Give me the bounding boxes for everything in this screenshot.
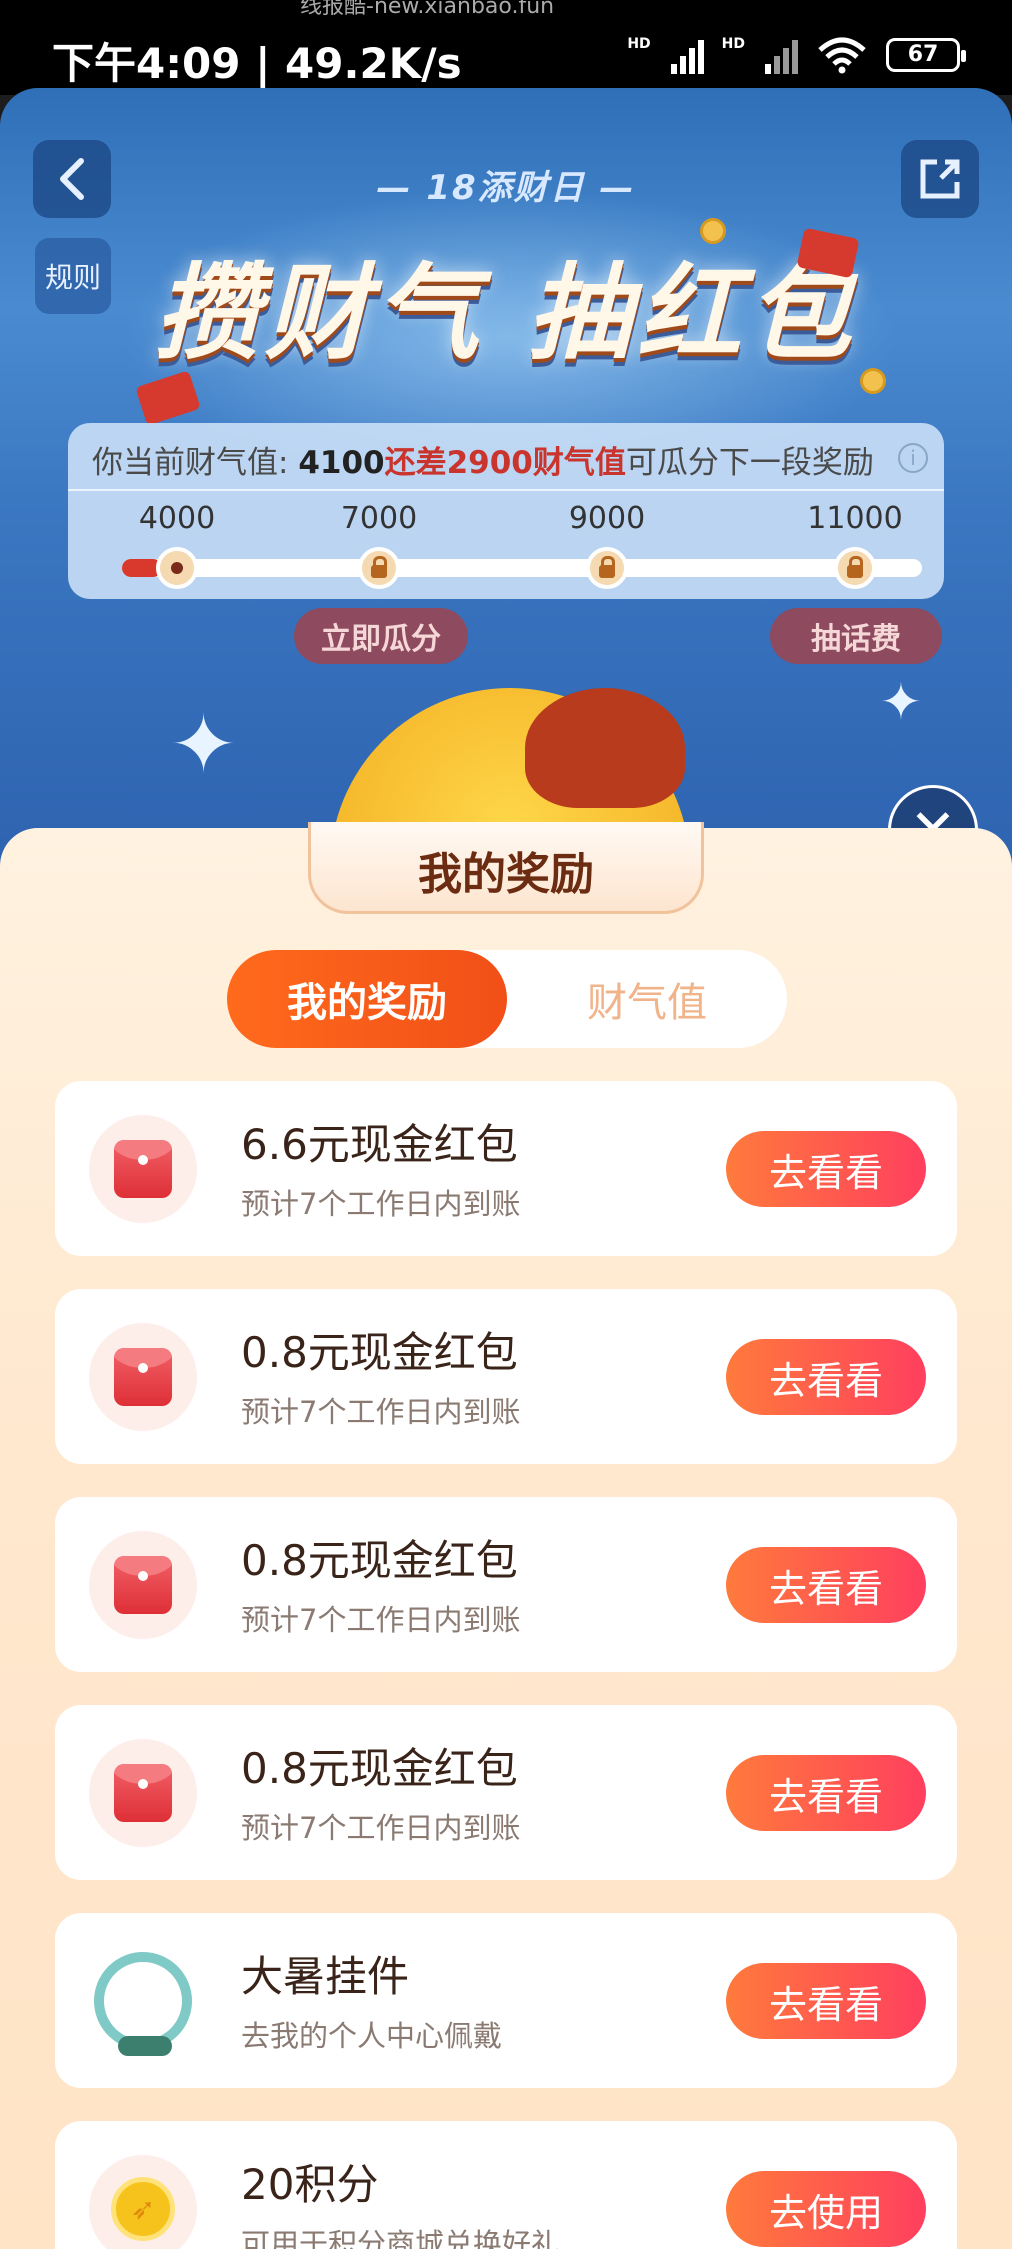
milestone-label: 9000: [568, 501, 646, 536]
tab-wealth-value[interactable]: 财气值: [507, 950, 787, 1048]
sparkle-icon: ✦: [880, 673, 922, 731]
red-envelope-icon: [89, 1739, 197, 1847]
reward-title: 0.8元现金红包: [241, 1536, 518, 1585]
hd-label: HD: [627, 36, 651, 52]
milestone-node-current: [156, 547, 198, 589]
sheet-header-tab: 我的奖励: [308, 822, 704, 914]
progress-track: [122, 559, 922, 577]
wifi-icon: [818, 37, 866, 74]
wealth-progress-panel: 你当前财气值: 4100还差2900财气值可瓜分下一段奖励 i 4000 700…: [68, 423, 944, 599]
phone-credit-button[interactable]: 抽话费: [770, 608, 942, 664]
status-time: 下午4:09 | 49.2K/s: [52, 39, 462, 88]
my-rewards-sheet: 我的奖励 我的奖励 财气值 6.6元现金红包 预计7个工作日内到账 去看看 0.…: [0, 822, 1012, 2249]
reward-subtitle: 预计7个工作日内到账: [241, 1187, 521, 1221]
status-icons: HD HD 67: [627, 36, 966, 74]
reward-title: 0.8元现金红包: [241, 1744, 518, 1793]
progress-info: 你当前财气值: 4100还差2900财气值可瓜分下一段奖励: [92, 437, 874, 482]
red-envelope-icon: [89, 1531, 197, 1639]
view-button[interactable]: 去看看: [726, 1963, 926, 2039]
segment-control: 我的奖励 财气值: [227, 950, 787, 1048]
milestone-label: 4000: [138, 501, 216, 536]
reward-title: 大暑挂件: [241, 1952, 410, 2001]
status-bar: 线报酷-new.xianbao.fun 下午4:09 | 49.2K/s HD …: [0, 0, 1012, 95]
reward-card: ➶ 20积分 可用于积分商城兑换好礼 去使用: [55, 2121, 957, 2249]
divider: [68, 489, 944, 491]
info-suffix: 可瓜分下一段奖励: [625, 445, 874, 481]
reward-title: 0.8元现金红包: [241, 1328, 518, 1377]
reward-subtitle: 预计7个工作日内到账: [241, 1395, 521, 1429]
reward-title: 6.6元现金红包: [241, 1120, 518, 1169]
mascot-crest: [525, 688, 685, 808]
hd-label-2: HD: [721, 36, 745, 52]
watermark-text: 线报酷-new.xianbao.fun: [300, 0, 555, 19]
gap-value: 还差2900财气值: [384, 445, 626, 481]
red-envelope-icon: [89, 1323, 197, 1431]
current-value: 4100: [298, 445, 385, 481]
reward-subtitle: 预计7个工作日内到账: [241, 1603, 521, 1637]
lock-icon: [834, 547, 876, 589]
sparkle-icon: ✦: [170, 698, 238, 791]
use-button[interactable]: 去使用: [726, 2171, 926, 2247]
reward-subtitle: 可用于积分商城兑换好礼: [241, 2227, 561, 2249]
view-button[interactable]: 去看看: [726, 1339, 926, 1415]
info-icon[interactable]: i: [898, 443, 928, 473]
coin-decoration: [700, 218, 726, 244]
event-hero: 规则 — 18添财日 — 攒财气 抽红包 你当前财气值: 4100还差2900财…: [0, 88, 1012, 868]
signal-icon-2: [765, 36, 798, 74]
info-prefix: 你当前财气值:: [92, 445, 299, 481]
reward-card: 0.8元现金红包 预计7个工作日内到账 去看看: [55, 1497, 957, 1672]
reward-card: 0.8元现金红包 预计7个工作日内到账 去看看: [55, 1705, 957, 1880]
view-button[interactable]: 去看看: [726, 1131, 926, 1207]
tab-my-rewards[interactable]: 我的奖励: [227, 950, 507, 1048]
reward-card: 6.6元现金红包 预计7个工作日内到账 去看看: [55, 1081, 957, 1256]
avatar-frame-icon: [89, 1947, 197, 2056]
milestone-label: 11000: [807, 501, 903, 536]
event-label: — 18添财日 —: [376, 168, 636, 208]
coin-decoration: [860, 368, 886, 394]
lock-icon: [358, 547, 400, 589]
event-title: 攒财气 抽红包: [154, 251, 858, 374]
reward-card: 0.8元现金红包 预计7个工作日内到账 去看看: [55, 1289, 957, 1464]
points-coin-icon: ➶: [89, 2155, 197, 2249]
signal-icon: [670, 36, 704, 74]
view-button[interactable]: 去看看: [726, 1755, 926, 1831]
reward-title: 20积分: [241, 2160, 379, 2209]
lock-icon: [586, 547, 628, 589]
reward-subtitle: 去我的个人中心佩戴: [241, 2019, 503, 2053]
battery-icon: 67: [886, 38, 966, 72]
reward-card: 大暑挂件 去我的个人中心佩戴 去看看: [55, 1913, 957, 2088]
milestone-label: 7000: [340, 501, 418, 536]
sheet-title: 我的奖励: [418, 849, 594, 900]
red-envelope-icon: [89, 1115, 197, 1223]
reward-subtitle: 预计7个工作日内到账: [241, 1811, 521, 1845]
view-button[interactable]: 去看看: [726, 1547, 926, 1623]
claim-now-button[interactable]: 立即瓜分: [294, 608, 468, 664]
